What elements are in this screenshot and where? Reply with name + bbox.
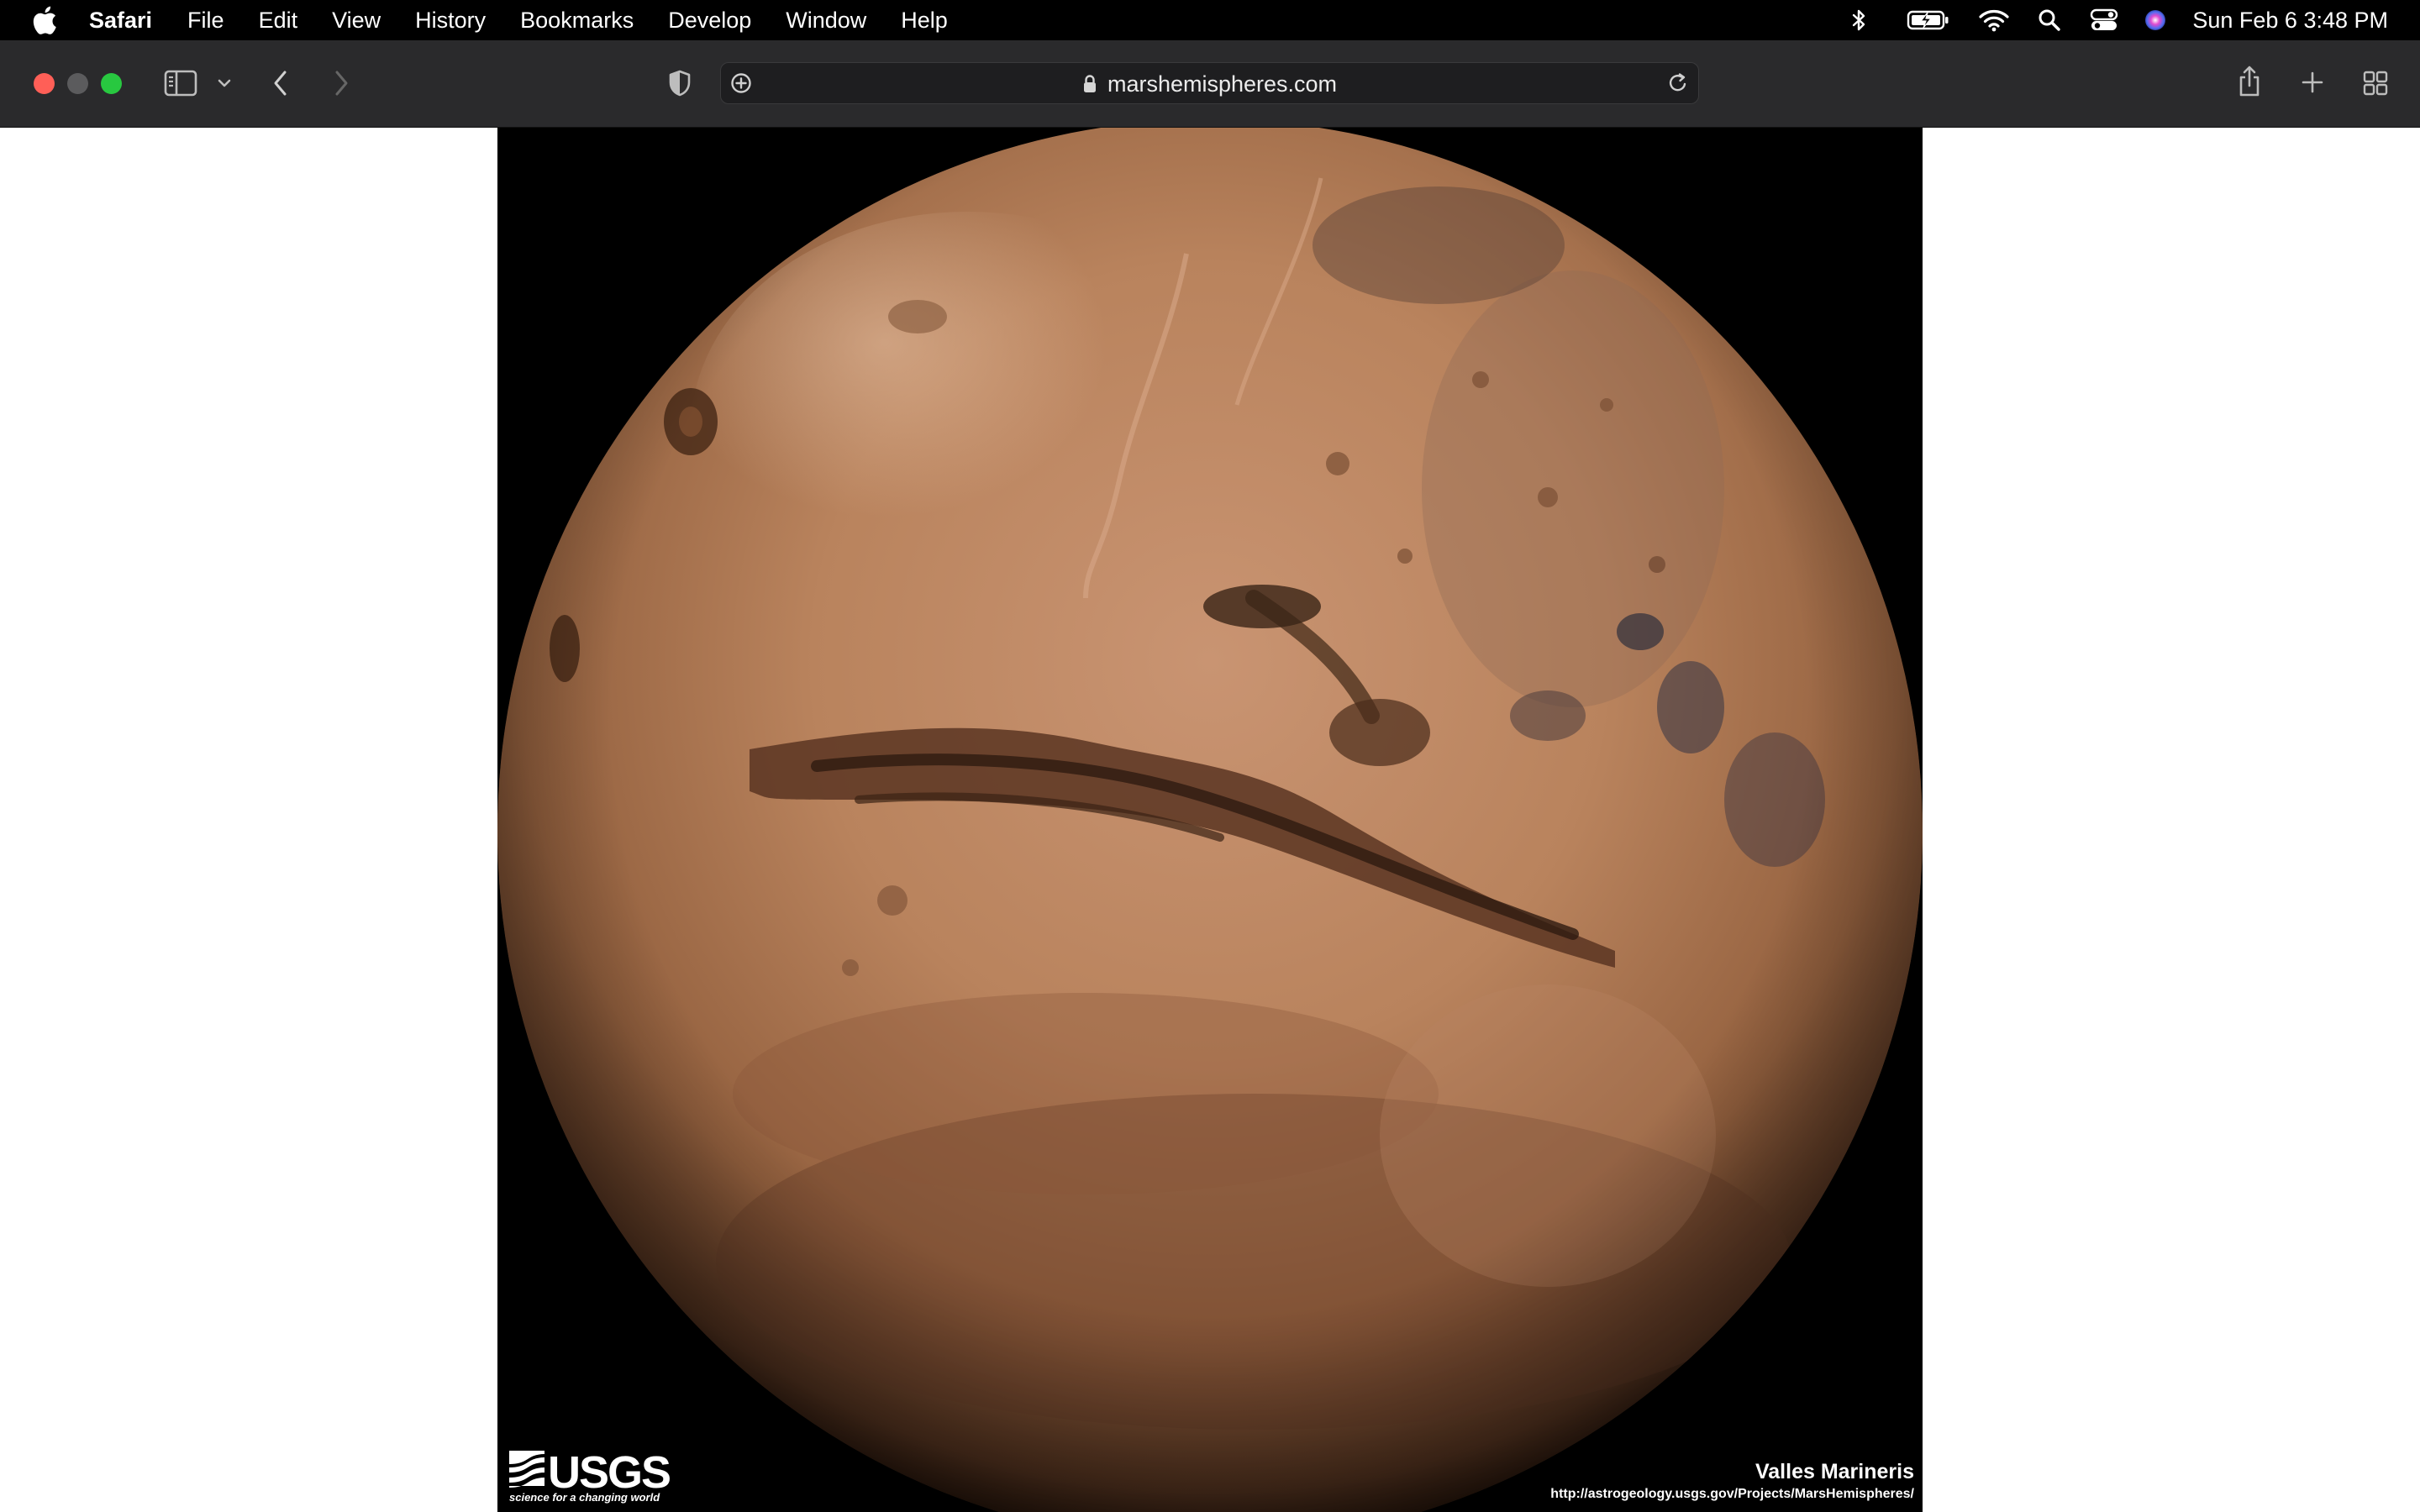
grid-icon — [2363, 71, 2388, 96]
plus-icon — [2302, 71, 2323, 93]
menu-window[interactable]: Window — [786, 8, 866, 34]
bluetooth-icon[interactable] — [1848, 8, 1870, 32]
menu-view[interactable]: View — [332, 8, 381, 34]
minimize-window-button[interactable] — [67, 73, 88, 94]
share-icon — [2239, 66, 2260, 97]
menu-app-name[interactable]: Safari — [89, 8, 152, 34]
mars-planet-image — [497, 128, 1923, 1512]
tab-group-menu-button[interactable] — [215, 74, 234, 92]
reload-button[interactable] — [1665, 70, 1691, 97]
menu-file[interactable]: File — [187, 8, 224, 34]
share-button[interactable] — [2235, 64, 2264, 99]
chevron-right-icon — [335, 71, 348, 96]
image-caption-url: http://astrogeology.usgs.gov/Projects/Ma… — [1550, 1487, 1914, 1501]
web-content: USGS science for a changing world Valles… — [0, 128, 2420, 1512]
menu-help[interactable]: Help — [901, 8, 948, 34]
search-icon[interactable] — [2038, 8, 2061, 32]
new-tab-button[interactable] — [2299, 69, 2326, 96]
shield-icon — [669, 70, 691, 97]
mars-hemisphere-image: USGS science for a changing world Valles… — [497, 128, 1923, 1512]
apple-menu-icon[interactable] — [32, 5, 59, 35]
sidebar-icon — [164, 70, 197, 97]
menu-bar: Safari File Edit View History Bookmarks … — [0, 0, 2420, 40]
zoom-window-button[interactable] — [101, 73, 122, 94]
image-caption-title: Valles Marineris — [1754, 1460, 1914, 1483]
back-button[interactable] — [269, 67, 292, 99]
svg-text:science for a changing world: science for a changing world — [509, 1491, 660, 1504]
chevron-down-icon — [218, 79, 231, 87]
close-window-button[interactable] — [34, 73, 55, 94]
wifi-icon[interactable] — [1979, 8, 2009, 32]
url-text[interactable]: marshemispheres.com — [1107, 71, 1337, 97]
address-bar[interactable]: marshemispheres.com — [720, 62, 1699, 104]
control-center-icon[interactable] — [2090, 8, 2118, 32]
menu-history[interactable]: History — [415, 8, 486, 34]
status-area: Sun Feb 6 3:48 PM — [1848, 0, 2420, 40]
menu-clock[interactable]: Sun Feb 6 3:48 PM — [2192, 8, 2388, 34]
battery-icon[interactable] — [1907, 9, 1950, 31]
chevron-left-icon — [274, 71, 287, 96]
privacy-report-button[interactable] — [666, 69, 694, 97]
menu-bookmarks[interactable]: Bookmarks — [520, 8, 634, 34]
forward-button[interactable] — [329, 67, 353, 99]
sidebar-toggle-button[interactable] — [163, 69, 198, 97]
tab-overview-button[interactable] — [2361, 69, 2390, 97]
lock-icon — [1082, 74, 1097, 94]
usgs-logo: USGS science for a changing world — [506, 1444, 674, 1504]
siri-icon[interactable] — [2144, 8, 2167, 32]
reload-icon — [1669, 73, 1686, 92]
svg-text:USGS: USGS — [548, 1447, 670, 1498]
menu-develop[interactable]: Develop — [668, 8, 751, 34]
address-field[interactable]: marshemispheres.com — [721, 63, 1698, 105]
menu-edit[interactable]: Edit — [259, 8, 298, 34]
safari-toolbar: marshemispheres.com — [0, 40, 2420, 128]
